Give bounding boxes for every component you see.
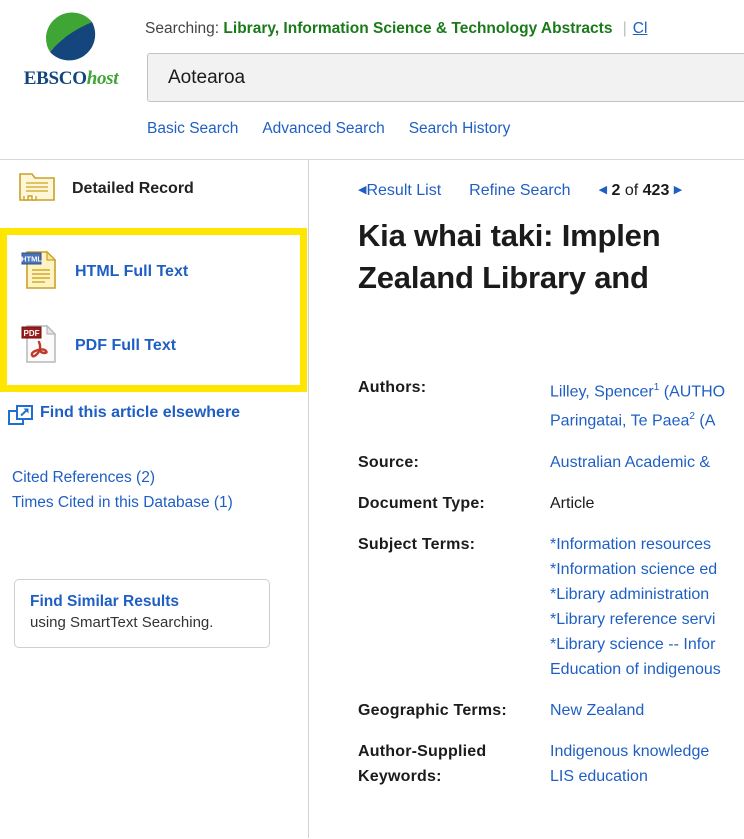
page-header: EBSCOhost Searching: Library, Informatio…: [0, 0, 744, 160]
next-record-icon[interactable]: ▶: [674, 184, 682, 196]
metadata-value: New Zealand: [550, 698, 644, 723]
advanced-search-link[interactable]: Advanced Search: [262, 120, 384, 137]
metadata-label: Authors:: [358, 379, 427, 396]
main-content: ◀Result List Refine Search ◀ 2 of 423 ▶ Ki…: [310, 160, 744, 838]
cited-references-link[interactable]: Cited References (2): [12, 469, 155, 486]
find-similar-results-link[interactable]: Find Similar Results: [30, 593, 254, 611]
metadata-row: Subject Terms: *Information resources *In…: [358, 532, 744, 682]
article-title-line-1: Kia whai taki: Implen: [358, 218, 661, 253]
metadata-value-link[interactable]: Indigenous knowledge: [550, 739, 709, 764]
metadata-row: Author-Supplied Keywords: Indigenous know…: [358, 739, 744, 789]
basic-search-link[interactable]: Basic Search: [147, 120, 238, 137]
metadata-row: Authors: Lilley, Spencer1 (AUTHO Paringata…: [358, 375, 744, 434]
metadata-label: Author-Supplied Keywords:: [358, 742, 487, 785]
metadata-label: Subject Terms:: [358, 535, 476, 553]
database-name: Library, Information Science & Technolog…: [223, 20, 613, 37]
html-document-icon: HTML: [19, 248, 59, 297]
left-sidebar: Detailed Record HTML HTML Full Text PDF …: [0, 160, 309, 838]
metadata-row: Source: Australian Academic &: [358, 450, 744, 475]
metadata-label: Source:: [358, 453, 419, 471]
ebsco-logo-icon: [42, 8, 100, 66]
metadata-value-link[interactable]: Paringatai, Te Paea2 (A: [550, 404, 725, 433]
metadata-value-text: Article: [550, 494, 595, 512]
article-title: Kia whai taki: Implen Zealand Library an…: [358, 215, 744, 299]
ebscohost-wordmark: EBSCOhost: [6, 68, 136, 90]
times-cited-link[interactable]: Times Cited in this Database (1): [12, 494, 233, 511]
citation-links: Cited References (2) Times Cited in this…: [12, 465, 292, 515]
metadata-value-link[interactable]: LIS education: [550, 764, 709, 789]
affiliation-superscript: 2: [689, 411, 695, 423]
result-list-link[interactable]: Result List: [366, 182, 441, 199]
logo-text-ebsco: EBSCO: [23, 68, 87, 89]
pdf-document-icon: PDF: [19, 322, 59, 371]
metadata-value-link[interactable]: Australian Academic &: [550, 450, 710, 475]
smarttext-subtitle: using SmartText Searching.: [30, 614, 214, 631]
choose-databases-link[interactable]: Cl: [633, 20, 648, 37]
sidebar-item-pdf-full-text[interactable]: PDF PDF Full Text: [7, 309, 300, 383]
metadata-value-link[interactable]: Education of indigenous: [550, 657, 721, 682]
content-split: Detailed Record HTML HTML Full Text PDF …: [0, 160, 744, 838]
sidebar-item-detailed-record[interactable]: Detailed Record: [0, 160, 308, 218]
detailed-record-icon: [18, 170, 56, 209]
metadata-value-link[interactable]: *Information science ed: [550, 557, 721, 582]
metadata-value-link[interactable]: *Information resources: [550, 532, 721, 557]
ebscohost-logo[interactable]: EBSCOhost: [6, 8, 136, 108]
logo-text-host: host: [86, 68, 119, 89]
external-link-icon: [8, 405, 34, 432]
article-title-line-2: Zealand Library and: [358, 260, 649, 295]
affiliation-superscript: 1: [653, 382, 660, 393]
metadata-value-link[interactable]: New Zealand: [550, 698, 644, 723]
metadata-row: Document Type: Article: [358, 491, 744, 516]
pager-of-label: of: [624, 182, 639, 199]
metadata-value-link[interactable]: *Library science -- Infor: [550, 632, 721, 657]
html-full-text-label[interactable]: HTML Full Text: [75, 263, 188, 281]
header-divider: |: [622, 20, 627, 37]
metadata-label: Geographic Terms:: [358, 701, 507, 719]
metadata-row: Geographic Terms: New Zealand: [358, 698, 744, 723]
svg-text:HTML: HTML: [21, 254, 42, 263]
search-history-link[interactable]: Search History: [409, 120, 511, 137]
metadata-value: Indigenous knowledge LIS education: [550, 739, 709, 789]
full-text-highlight-box: HTML HTML Full Text PDF PDF Full Text: [0, 228, 307, 392]
previous-record-icon[interactable]: ◀: [599, 184, 607, 196]
metadata-value: Australian Academic &: [550, 450, 710, 475]
search-mode-links: Basic Search Advanced Search Search Histor…: [147, 120, 534, 138]
metadata-value: *Information resources *Information scie…: [550, 532, 721, 682]
pdf-full-text-label[interactable]: PDF Full Text: [75, 337, 176, 355]
svg-text:PDF: PDF: [24, 328, 40, 337]
find-elsewhere-label[interactable]: Find this article elsewhere: [40, 404, 240, 421]
pager-current: 2: [611, 182, 621, 199]
searching-label: Searching:: [145, 20, 220, 37]
metadata-value-link[interactable]: Lilley, Spencer1 (AUTHO: [550, 375, 725, 404]
metadata-value-link[interactable]: *Library reference servi: [550, 607, 721, 632]
find-this-article-elsewhere[interactable]: Find this article elsewhere: [8, 402, 298, 432]
search-input[interactable]: [147, 53, 744, 102]
pager-total: 423: [642, 182, 670, 199]
sidebar-item-html-full-text[interactable]: HTML HTML Full Text: [7, 235, 300, 309]
metadata-value: Lilley, Spencer1 (AUTHO Paringatai, Te Pa…: [550, 375, 725, 434]
searching-line: Searching: Library, Information Science …: [145, 20, 647, 38]
record-toolbar: ◀Result List Refine Search ◀ 2 of 423 ▶: [358, 182, 682, 200]
find-similar-results-box[interactable]: Find Similar Results using SmartText Sea…: [14, 579, 270, 648]
metadata-label: Document Type:: [358, 494, 485, 512]
detailed-record-label: Detailed Record: [72, 180, 194, 197]
record-metadata: Authors: Lilley, Spencer1 (AUTHO Paringata…: [358, 375, 744, 805]
metadata-value-link[interactable]: *Library administration: [550, 582, 721, 607]
refine-search-link[interactable]: Refine Search: [469, 182, 570, 199]
metadata-value: Article: [550, 491, 594, 516]
